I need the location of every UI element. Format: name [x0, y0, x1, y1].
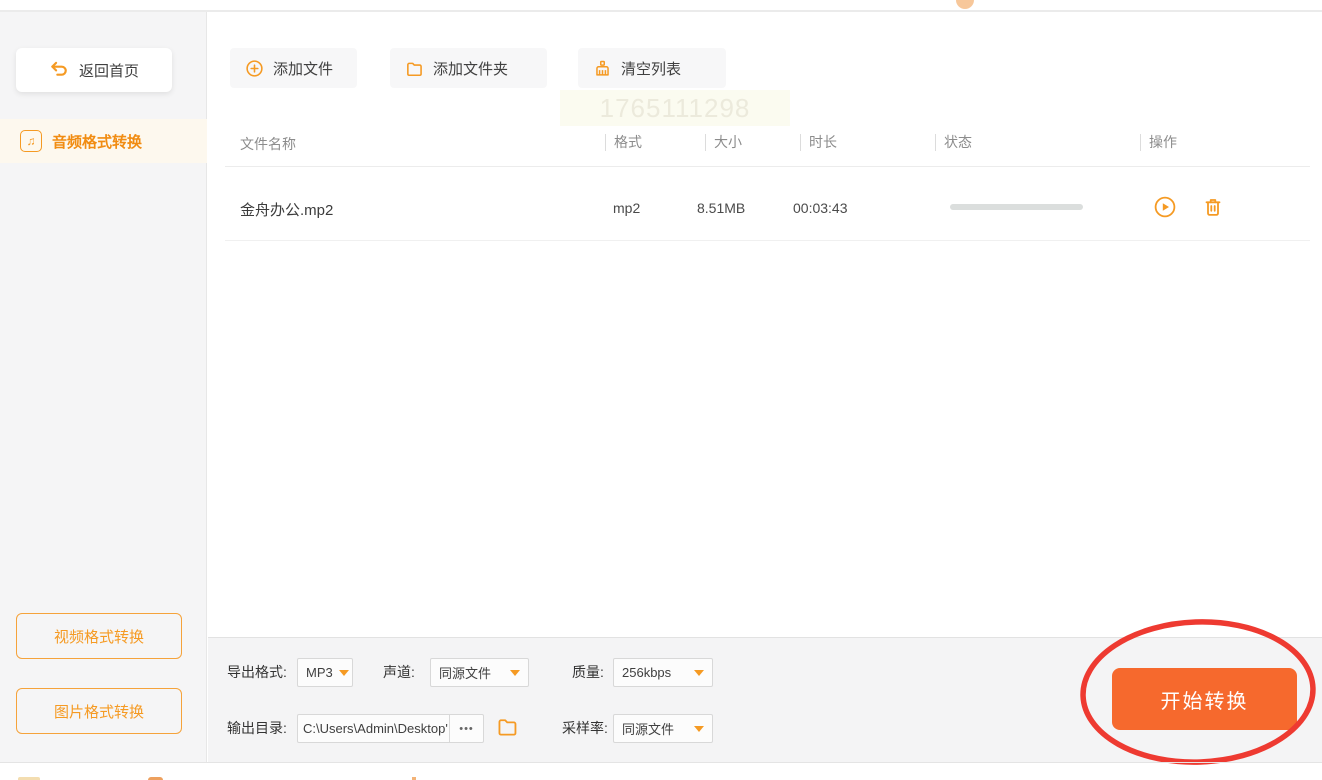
add-folder-button[interactable]: 添加文件夹	[390, 48, 547, 88]
add-file-label: 添加文件	[273, 60, 334, 78]
watermark-text: 1765111298	[560, 90, 790, 126]
chevron-down-icon	[694, 669, 704, 676]
video-convert-label: 视频格式转换	[53, 628, 144, 646]
export-format-label: 导出格式:	[227, 664, 287, 680]
column-header-actions: 操作	[1140, 134, 1177, 151]
start-convert-button[interactable]: 开始转换	[1112, 668, 1297, 730]
column-header-duration: 时长	[800, 134, 837, 151]
folder-icon	[405, 59, 424, 78]
channel-value: 同源文件	[439, 666, 492, 681]
play-button[interactable]	[1153, 195, 1177, 224]
video-convert-button[interactable]: 视频格式转换	[16, 613, 182, 659]
start-convert-label: 开始转换	[1160, 690, 1249, 713]
chevron-down-icon	[694, 725, 704, 732]
add-folder-label: 添加文件夹	[433, 60, 509, 78]
file-name: 金舟办公.mp2	[240, 202, 334, 219]
open-output-folder-icon[interactable]	[496, 715, 519, 738]
image-convert-button[interactable]: 图片格式转换	[16, 688, 182, 734]
export-format-select[interactable]: MP3	[297, 658, 353, 687]
quality-select[interactable]: 256kbps	[613, 658, 713, 687]
file-size: 8.51MB	[697, 200, 746, 216]
output-dir-field[interactable]: C:\Users\Admin\Desktop' •••	[297, 714, 484, 743]
column-header-filename: 文件名称	[240, 136, 296, 152]
audio-converter-window: 返回首页 ♫ 音频格式转换 视频格式转换 图片格式转换 添加文件 添加文件夹 清…	[0, 0, 1322, 780]
row-divider	[225, 240, 1310, 241]
export-format-value: MP3	[306, 665, 333, 680]
music-note-icon: ♫	[20, 130, 42, 152]
top-edge-orange-dot-remnant	[956, 0, 974, 9]
header-divider	[225, 166, 1310, 167]
back-home-button[interactable]: 返回首页	[16, 48, 172, 92]
column-header-status: 状态	[935, 134, 972, 151]
output-dir-label: 输出目录:	[227, 720, 287, 736]
progress-bar	[950, 204, 1083, 210]
plus-circle-icon	[245, 59, 264, 78]
column-header-size: 大小	[705, 134, 742, 151]
clear-list-button[interactable]: 清空列表	[578, 48, 726, 88]
browse-more-button[interactable]: •••	[449, 715, 483, 742]
quality-label: 质量:	[572, 664, 604, 680]
back-home-label: 返回首页	[78, 62, 139, 80]
delete-button[interactable]	[1201, 195, 1225, 224]
output-dir-value: C:\Users\Admin\Desktop'	[303, 721, 448, 736]
clear-list-label: 清空列表	[621, 60, 682, 78]
chevron-down-icon	[510, 669, 520, 676]
sample-rate-label: 采样率:	[562, 720, 608, 736]
sidebar-item-audio-convert[interactable]: ♫ 音频格式转换	[0, 119, 207, 163]
add-file-button[interactable]: 添加文件	[230, 48, 357, 88]
quality-value: 256kbps	[622, 665, 672, 680]
back-arrow-icon	[49, 60, 69, 80]
chevron-down-icon	[338, 669, 349, 676]
file-format: mp2	[613, 200, 641, 216]
sample-rate-value: 同源文件	[622, 722, 675, 737]
bottom-divider	[0, 762, 1322, 763]
broom-icon	[593, 59, 612, 78]
column-header-format: 格式	[605, 134, 642, 151]
channel-select[interactable]: 同源文件	[430, 658, 529, 687]
image-convert-label: 图片格式转换	[53, 703, 144, 721]
channel-label: 声道:	[383, 664, 415, 680]
file-duration: 00:03:43	[793, 200, 848, 216]
sample-rate-select[interactable]: 同源文件	[613, 714, 713, 743]
sidebar-item-label: 音频格式转换	[52, 133, 143, 151]
